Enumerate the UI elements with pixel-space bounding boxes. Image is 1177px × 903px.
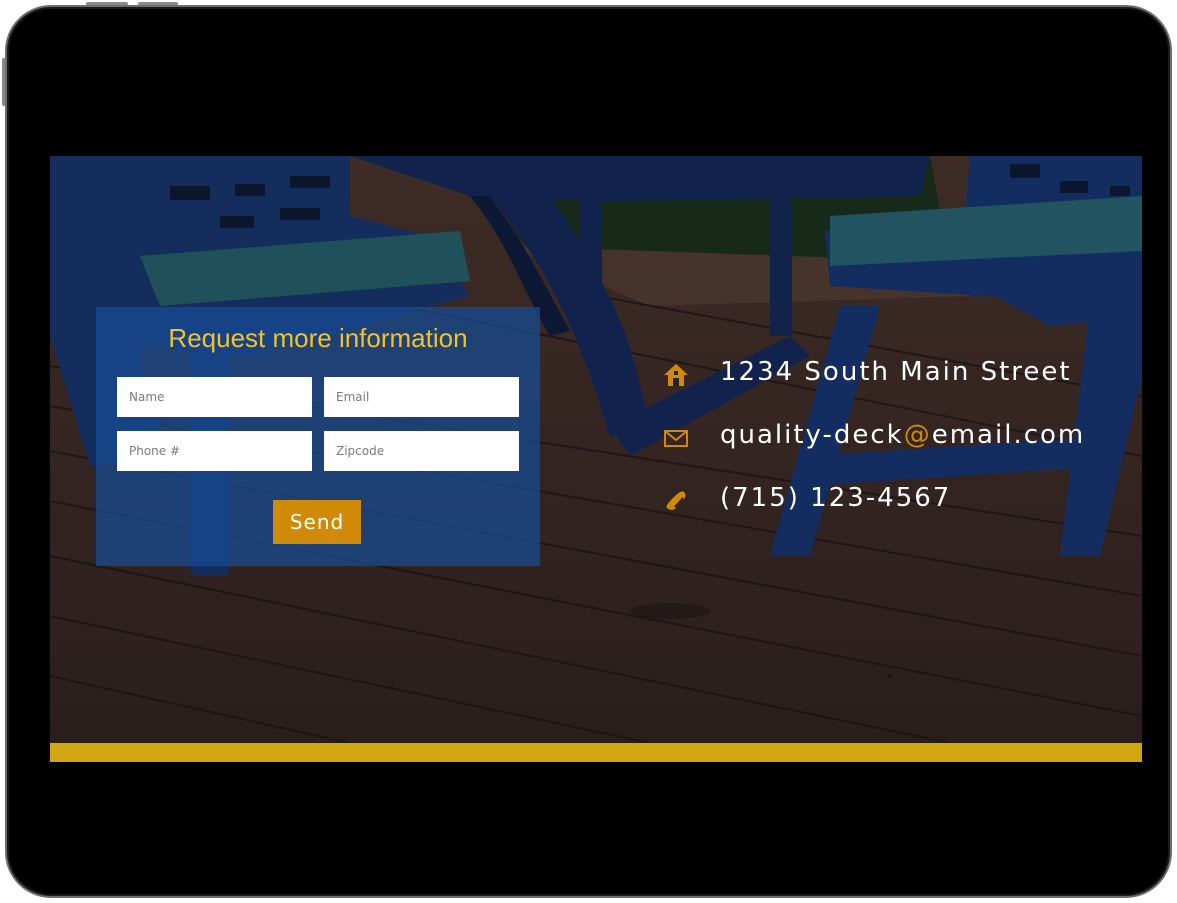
envelope-icon (664, 430, 688, 447)
address-text: 1234 South Main Street (720, 357, 1072, 387)
phone-text[interactable]: (715) 123-4567 (720, 483, 951, 513)
email-domain: email.com (931, 420, 1086, 450)
screen: Request more information Send 1234 South… (50, 50, 1142, 856)
email-text[interactable]: quality-deck@email.com (720, 420, 1085, 450)
zipcode-input[interactable] (324, 431, 519, 471)
request-info-form: Request more information Send (96, 307, 540, 566)
form-title: Request more information (168, 323, 468, 353)
email-input[interactable] (324, 377, 519, 417)
email-user: quality-deck (720, 420, 904, 450)
footer-accent-bar (50, 743, 1142, 762)
email-at-symbol: @ (903, 420, 932, 450)
hero-section: Request more information Send 1234 South… (50, 156, 1142, 743)
send-button[interactable]: Send (273, 500, 361, 544)
home-icon (664, 364, 688, 386)
phone-input[interactable] (117, 431, 312, 471)
name-input[interactable] (117, 377, 312, 417)
tablet-frame: Request more information Send 1234 South… (5, 5, 1172, 898)
phone-icon (666, 491, 686, 510)
